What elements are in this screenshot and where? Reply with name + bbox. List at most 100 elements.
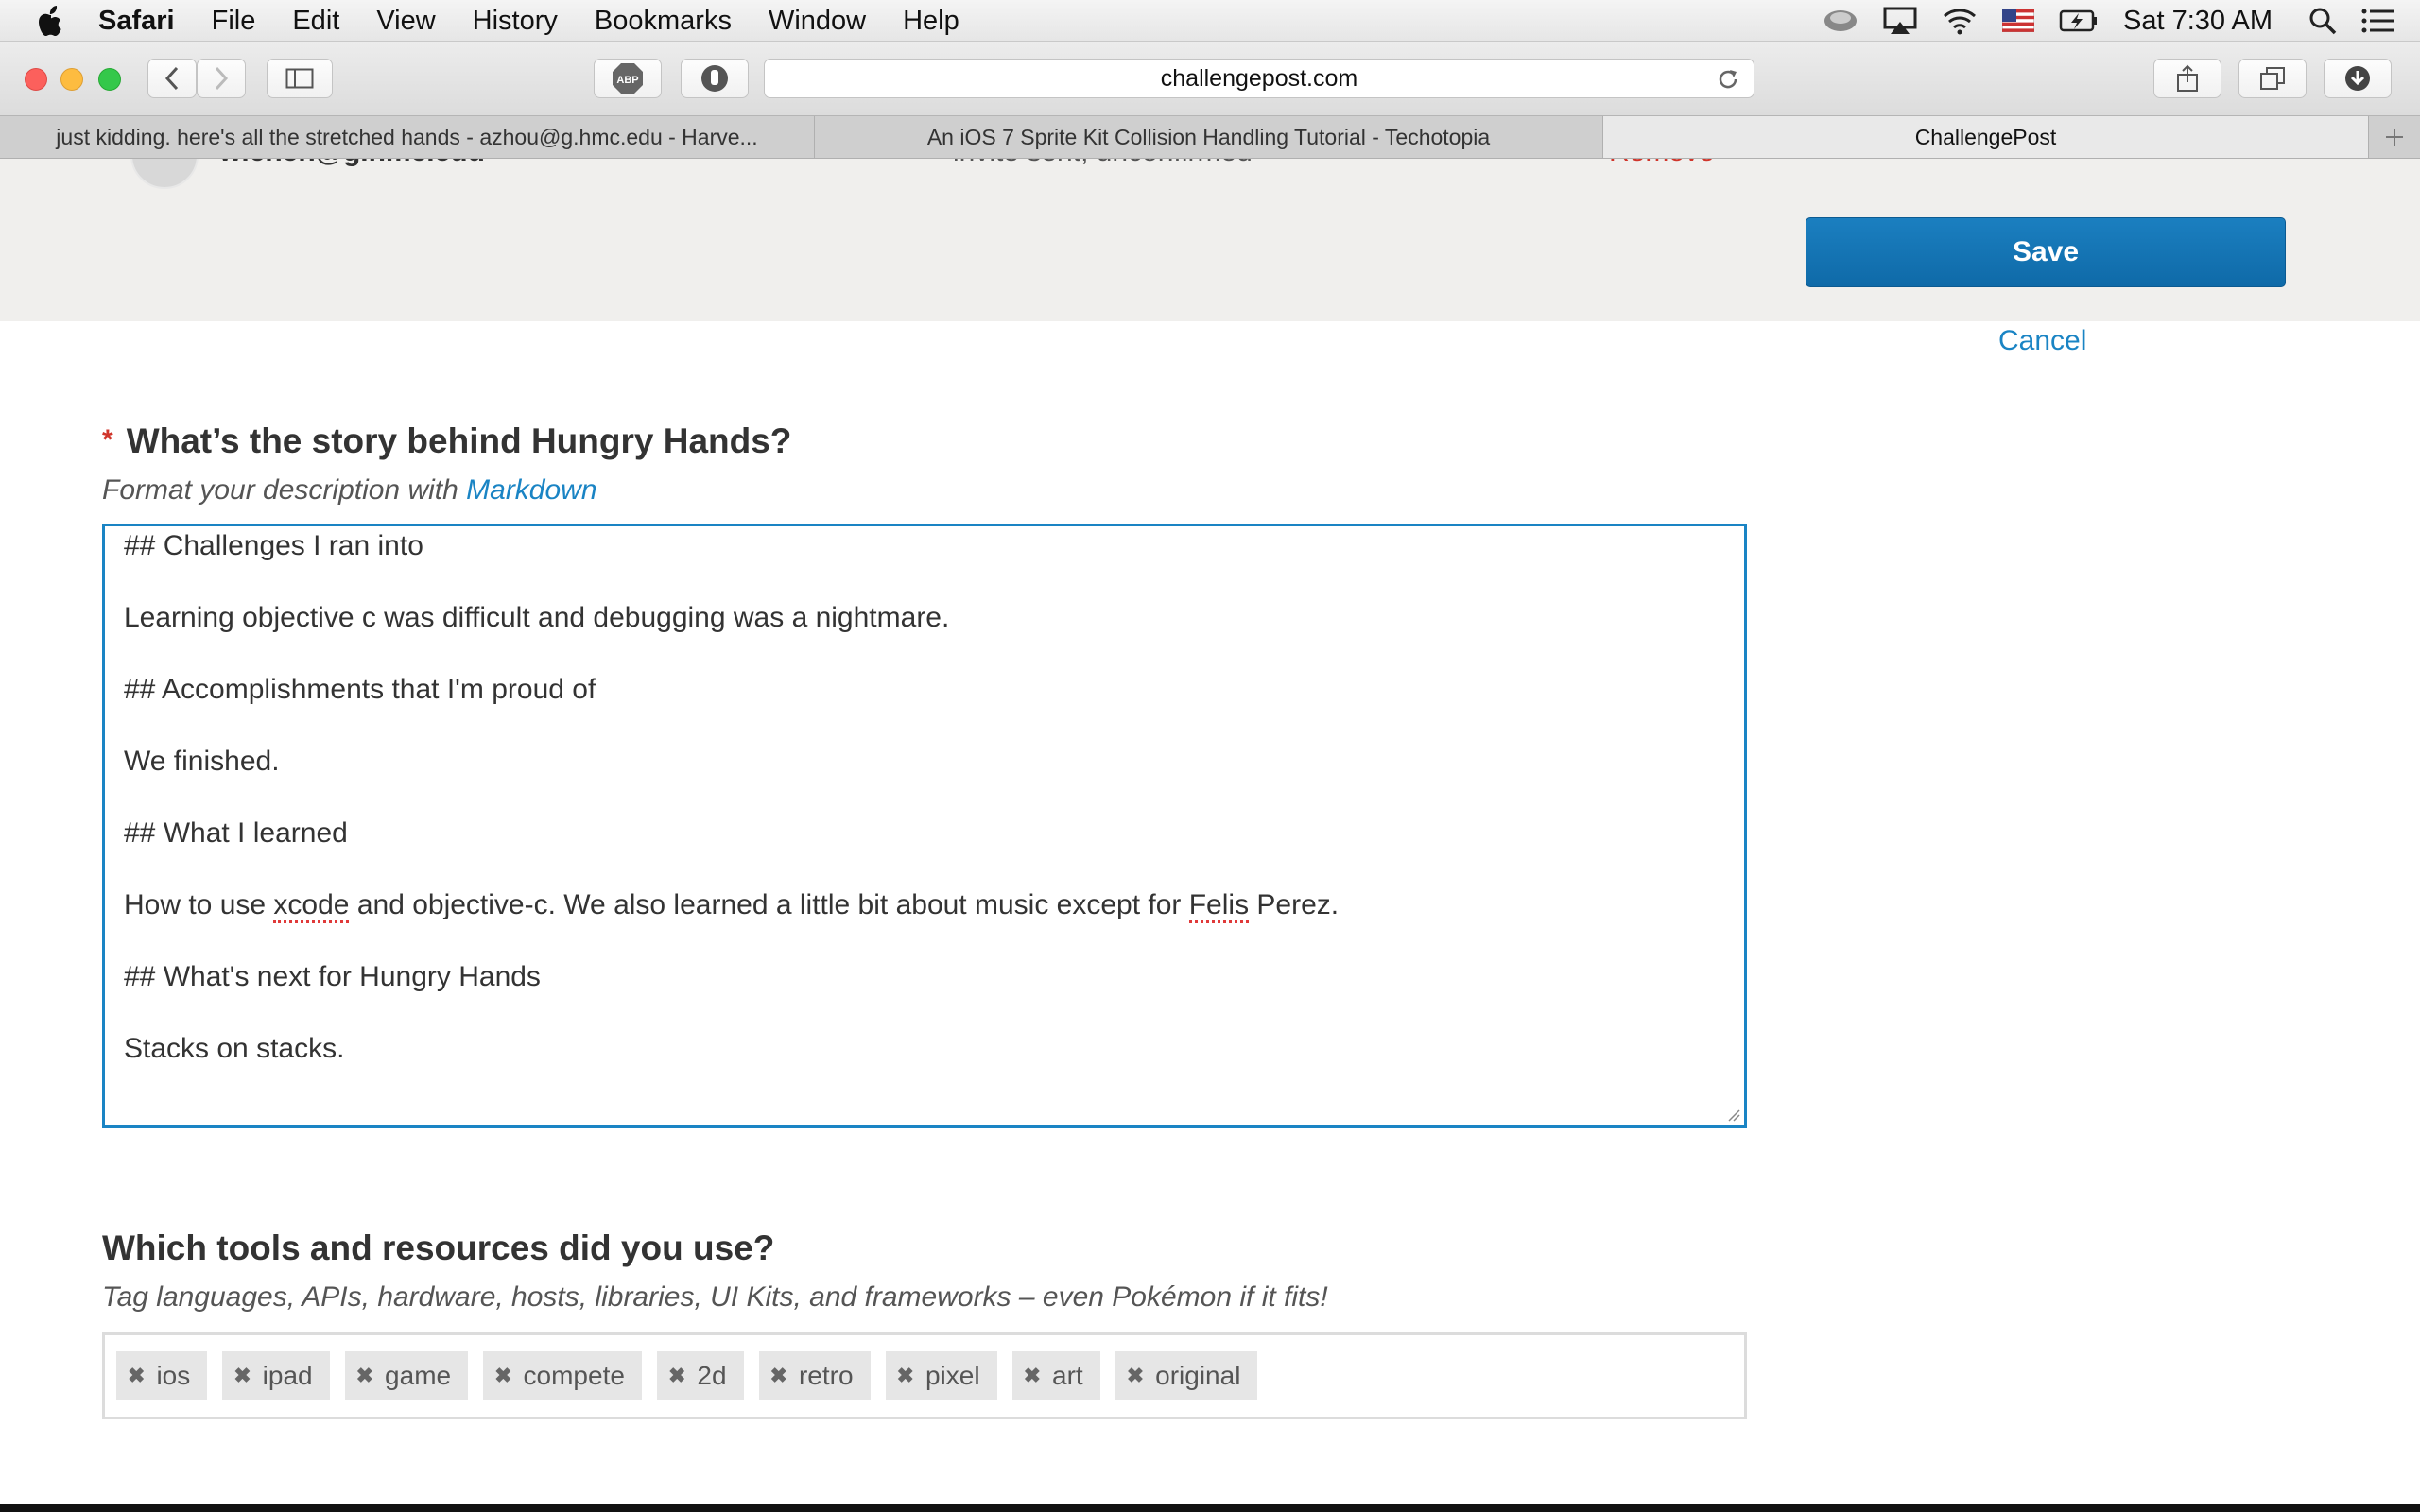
tag-label: retro bbox=[798, 1361, 854, 1390]
us-flag-icon[interactable] bbox=[2002, 0, 2034, 42]
cloud-app-icon[interactable] bbox=[1823, 0, 1858, 42]
tab-label: An iOS 7 Sprite Kit Collision Handling T… bbox=[926, 124, 1491, 149]
forward-button[interactable] bbox=[197, 59, 246, 98]
menu-app-safari[interactable]: Safari bbox=[98, 0, 175, 42]
tag-ios: ✖ ios bbox=[116, 1351, 208, 1400]
remove-tag-icon[interactable]: ✖ bbox=[494, 1364, 511, 1388]
story-line: ## Challenges I ran into bbox=[124, 530, 424, 561]
downloads-button[interactable] bbox=[2324, 59, 2392, 98]
page-bottom-edge bbox=[0, 1504, 2420, 1512]
tag-original: ✖ original bbox=[1115, 1351, 1258, 1400]
story-hint-text: Format your description with bbox=[102, 474, 467, 506]
required-marker: * bbox=[102, 424, 113, 455]
address-url: challengepost.com bbox=[1160, 64, 1358, 92]
misspelled-word: xcode bbox=[273, 889, 350, 923]
tag-ipad: ✖ ipad bbox=[222, 1351, 330, 1400]
tab-label: ChallengePost bbox=[1914, 124, 2057, 149]
menu-clock[interactable]: Sat 7:30 AM bbox=[2123, 6, 2273, 37]
cancel-link[interactable]: Cancel bbox=[1998, 325, 2086, 357]
misspelled-word: Felis bbox=[1188, 889, 1250, 923]
menu-bookmarks[interactable]: Bookmarks bbox=[595, 0, 732, 42]
sidebar-toggle-button[interactable] bbox=[267, 59, 333, 98]
remove-tag-icon[interactable]: ✖ bbox=[1024, 1364, 1041, 1388]
tab-sprite-kit-tutorial[interactable]: An iOS 7 Sprite Kit Collision Handling T… bbox=[815, 116, 1603, 158]
story-line: Learning objective c was difficult and d… bbox=[124, 602, 950, 633]
chevron-right-icon bbox=[215, 66, 229, 91]
tag-game: ✖ game bbox=[344, 1351, 469, 1400]
story-line: ## Accomplishments that I'm proud of bbox=[124, 674, 596, 705]
remove-tag-icon[interactable]: ✖ bbox=[770, 1364, 787, 1388]
remove-tag-icon[interactable]: ✖ bbox=[128, 1364, 145, 1388]
tab-challengepost[interactable]: ChallengePost bbox=[1603, 116, 2369, 158]
save-button[interactable]: Save bbox=[1806, 217, 2286, 287]
tags-input[interactable]: ✖ ios ✖ ipad ✖ game ✖ compete ✖ 2d ✖ retro ✖ pi… bbox=[102, 1332, 1747, 1419]
tag-label: ipad bbox=[262, 1361, 313, 1390]
tag-label: art bbox=[1052, 1361, 1083, 1390]
tab-label: just kidding. here's all the stretched h… bbox=[56, 124, 758, 149]
ghostery-button[interactable] bbox=[681, 59, 749, 98]
remove-tag-icon[interactable]: ✖ bbox=[897, 1364, 914, 1388]
tag-label: 2d bbox=[697, 1361, 727, 1390]
menu-window[interactable]: Window bbox=[769, 0, 866, 42]
tabs-overview-icon bbox=[2260, 67, 2285, 90]
tag-pixel: ✖ pixel bbox=[885, 1351, 997, 1400]
remove-member-link[interactable]: Remove bbox=[1609, 159, 1715, 168]
svg-text:ABP: ABP bbox=[616, 75, 638, 86]
menu-bar: Safari File Edit View History Bookmarks … bbox=[0, 0, 2420, 42]
tag-art: ✖ art bbox=[1011, 1351, 1100, 1400]
sidebar-icon bbox=[285, 68, 314, 89]
tools-question-heading: Which tools and resources did you use? bbox=[102, 1228, 775, 1267]
adblock-icon: ABP bbox=[613, 63, 643, 94]
tag-retro: ✖ retro bbox=[758, 1351, 871, 1400]
tag-compete: ✖ compete bbox=[483, 1351, 642, 1400]
menu-help[interactable]: Help bbox=[903, 0, 959, 42]
share-icon bbox=[2177, 64, 2198, 92]
menu-history[interactable]: History bbox=[473, 0, 558, 42]
story-textarea[interactable]: ## Challenges I ran into Learning object… bbox=[102, 524, 1747, 1128]
resize-grip-icon[interactable] bbox=[1727, 1108, 1740, 1122]
window-minimize-button[interactable] bbox=[60, 68, 83, 91]
story-line: ## What's next for Hungry Hands bbox=[124, 961, 541, 992]
remove-tag-icon[interactable]: ✖ bbox=[356, 1364, 373, 1388]
text-run: and objective-c. We also learned a littl… bbox=[349, 889, 1189, 920]
battery-charging-icon[interactable] bbox=[2059, 0, 2099, 42]
address-bar[interactable]: challengepost.com bbox=[764, 59, 1754, 98]
menu-view[interactable]: View bbox=[376, 0, 435, 42]
markdown-link[interactable]: Markdown bbox=[466, 474, 596, 506]
story-line: We finished. bbox=[124, 746, 280, 777]
story-question-text: What’s the story behind Hungry Hands? bbox=[126, 421, 792, 460]
adblock-button[interactable]: ABP bbox=[594, 59, 662, 98]
member-email: wichen@g.hmc.edu bbox=[219, 159, 485, 168]
window-close-button[interactable] bbox=[25, 68, 47, 91]
menu-edit[interactable]: Edit bbox=[292, 0, 339, 42]
share-button[interactable] bbox=[2153, 59, 2221, 98]
status-area: Sat 7:30 AM bbox=[1823, 0, 2420, 42]
tag-label: ios bbox=[156, 1361, 191, 1390]
wifi-icon[interactable] bbox=[1942, 0, 1978, 42]
notification-center-icon[interactable] bbox=[2361, 0, 2395, 42]
story-hint: Format your description with Markdown bbox=[102, 474, 597, 507]
tag-label: pixel bbox=[925, 1361, 980, 1390]
remove-tag-icon[interactable]: ✖ bbox=[668, 1364, 685, 1388]
tag-label: game bbox=[385, 1361, 452, 1390]
remove-tag-icon[interactable]: ✖ bbox=[233, 1364, 251, 1388]
story-line: Stacks on stacks. bbox=[124, 1033, 345, 1064]
tag-label: compete bbox=[523, 1361, 625, 1390]
window-zoom-button[interactable] bbox=[98, 68, 121, 91]
back-button[interactable] bbox=[147, 59, 197, 98]
airplay-icon[interactable] bbox=[1883, 0, 1917, 42]
new-tab-button[interactable] bbox=[2369, 116, 2420, 158]
apple-icon[interactable] bbox=[36, 4, 66, 38]
text-run: Perez. bbox=[1249, 889, 1340, 920]
tab-stretched-hands[interactable]: just kidding. here's all the stretched h… bbox=[0, 116, 815, 158]
download-icon bbox=[2345, 66, 2370, 91]
tag-2d: ✖ 2d bbox=[656, 1351, 744, 1400]
remove-tag-icon[interactable]: ✖ bbox=[1127, 1364, 1144, 1388]
spotlight-search-icon[interactable] bbox=[2308, 0, 2337, 42]
show-all-tabs-button[interactable] bbox=[2238, 59, 2307, 98]
reload-icon[interactable] bbox=[1716, 67, 1740, 92]
browser-toolbar: ABP challengepost.com bbox=[0, 42, 2420, 115]
page-content: wichen@g.hmc.edu invite sent, unconfirme… bbox=[0, 159, 2420, 1512]
menu-file[interactable]: File bbox=[212, 0, 256, 42]
tag-label: original bbox=[1155, 1361, 1241, 1390]
